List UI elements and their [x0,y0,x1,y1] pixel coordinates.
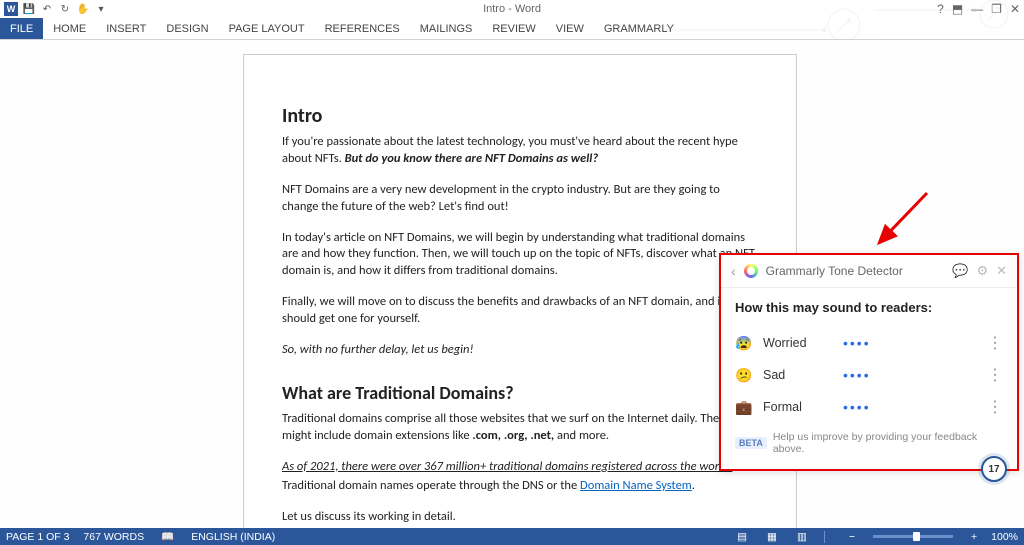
formal-emoji-icon: 💼 [735,399,753,416]
tab-references[interactable]: REFERENCES [315,18,410,39]
tone-label: Worried [763,336,833,350]
tone-row-sad: 😕 Sad •••• ⋮ [735,359,1003,391]
spellcheck-icon[interactable]: 📖 [161,530,174,543]
tab-grammarly[interactable]: GRAMMARLY [594,18,684,39]
view-web-layout-icon[interactable]: ▥ [797,531,807,543]
beta-badge: BETA [735,437,767,449]
body-text: and more. [554,428,609,443]
paragraph-italic: So, with no further delay, let us begin! [282,342,758,359]
body-text: . [692,478,695,493]
tab-home[interactable]: HOME [43,18,96,39]
worried-emoji-icon: 😰 [735,335,753,352]
tone-row-worried: 😰 Worried •••• ⋮ [735,327,1003,359]
more-icon[interactable]: ⋮ [987,333,1003,353]
tab-view[interactable]: VIEW [546,18,594,39]
tab-mailings[interactable]: MAILINGS [410,18,483,39]
more-icon[interactable]: ⋮ [987,397,1003,417]
grammarly-logo-icon [744,264,758,278]
body-text: Traditional domain names operate through… [282,478,580,493]
more-icon[interactable]: ⋮ [987,365,1003,385]
paragraph-underlined: As of 2021, there were over 367 million+… [282,459,758,476]
close-icon[interactable]: ✕ [1010,2,1020,16]
back-icon[interactable]: ‹ [731,263,736,279]
paragraph: Traditional domain names operate through… [282,478,758,495]
ribbon-tabs: FILE HOME INSERT DESIGN PAGE LAYOUT REFE… [0,18,1024,40]
paragraph: In today's article on NFT Domains, we wi… [282,230,758,281]
grammarly-suggestions-badge[interactable]: 17 [981,456,1007,482]
zoom-slider-thumb[interactable] [913,532,920,541]
tab-page-layout[interactable]: PAGE LAYOUT [219,18,315,39]
paragraph: If you're passionate about the latest te… [282,134,758,168]
view-read-mode-icon[interactable]: ▤ [737,531,747,543]
restore-icon[interactable]: ❐ [991,2,1002,16]
touch-mode-icon[interactable]: ✋ [76,2,90,16]
tab-insert[interactable]: INSERT [96,18,156,39]
tab-file[interactable]: FILE [0,18,43,39]
chat-icon[interactable]: 💬 [952,263,968,279]
grammarly-header: ‹ Grammarly Tone Detector 💬 ⚙ ✕ [721,255,1017,288]
tone-row-formal: 💼 Formal •••• ⋮ [735,391,1003,423]
settings-icon[interactable]: ⚙ [976,263,988,279]
zoom-level[interactable]: 100% [991,531,1018,543]
ribbon-options-icon[interactable]: ⬒ [952,2,963,16]
grammarly-body: How this may sound to readers: 😰 Worried… [721,288,1017,469]
status-language[interactable]: ENGLISH (INDIA) [191,531,275,543]
document-page[interactable]: Intro If you're passionate about the lat… [243,54,797,528]
word-app-icon: W [4,2,18,16]
panel-close-icon[interactable]: ✕ [996,263,1007,279]
heading-intro: Intro [282,103,758,130]
grammarly-title: Grammarly Tone Detector [766,264,945,278]
help-icon[interactable]: ? [937,2,944,16]
grammarly-footer: BETA Help us improve by providing your f… [735,423,1003,459]
window-controls: ? ⬒ — ❐ ✕ [937,2,1020,16]
customize-qat-icon[interactable]: ▾ [94,2,108,16]
status-bar: PAGE 1 OF 3 767 WORDS 📖 ENGLISH (INDIA) … [0,528,1024,545]
hyperlink-dns[interactable]: Domain Name System [580,478,692,493]
zoom-out-button[interactable]: − [849,531,855,543]
paragraph: Finally, we will move on to discuss the … [282,294,758,328]
tone-label: Sad [763,368,833,382]
view-print-layout-icon[interactable]: ▦ [767,531,777,543]
minimize-icon[interactable]: — [971,2,983,16]
zoom-slider[interactable] [873,535,953,538]
body-text-bold: .com, .org, .net, [472,428,554,443]
sad-emoji-icon: 😕 [735,367,753,384]
tone-strength-dots: •••• [843,367,977,383]
paragraph: NFT Domains are a very new development i… [282,182,758,216]
paragraph: Let us discuss its working in detail. [282,509,758,526]
feedback-text: Help us improve by providing your feedba… [773,431,1003,455]
body-text-emph: But do you know there are NFT Domains as… [345,151,599,166]
paragraph: Traditional domains comprise all those w… [282,411,758,445]
tone-strength-dots: •••• [843,399,977,415]
grammarly-heading: How this may sound to readers: [735,300,1003,315]
status-page[interactable]: PAGE 1 OF 3 [6,531,69,543]
undo-icon[interactable]: ↶ [40,2,54,16]
badge-count: 17 [988,464,999,475]
tone-label: Formal [763,400,833,414]
tone-strength-dots: •••• [843,335,977,351]
save-icon[interactable]: 💾 [22,2,36,16]
window-title: Intro - Word [483,3,541,15]
tab-design[interactable]: DESIGN [156,18,218,39]
redo-icon[interactable]: ↻ [58,2,72,16]
status-words[interactable]: 767 WORDS [83,531,144,543]
heading-traditional: What are Traditional Domains? [282,381,758,405]
grammarly-tone-panel: ‹ Grammarly Tone Detector 💬 ⚙ ✕ How this… [719,253,1019,471]
tab-review[interactable]: REVIEW [482,18,545,39]
zoom-in-button[interactable]: + [971,531,977,543]
quick-access-toolbar: W 💾 ↶ ↻ ✋ ▾ [4,2,108,16]
title-bar: W 💾 ↶ ↻ ✋ ▾ Intro - Word ? ⬒ — ❐ ✕ [0,0,1024,18]
